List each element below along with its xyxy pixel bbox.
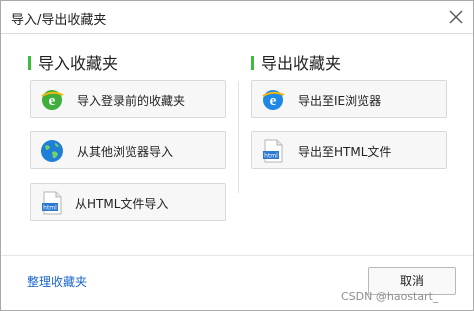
manage-favorites-link[interactable]: 整理收藏夹	[27, 273, 87, 290]
button-label: 导出至HTML文件	[298, 145, 392, 159]
ie-icon: e	[260, 87, 286, 113]
button-label: 导出至IE浏览器	[298, 94, 382, 108]
title-bar: 导入/导出收藏夹	[1, 1, 473, 33]
html-file-icon: html	[39, 190, 65, 216]
accent-bar	[251, 56, 254, 70]
button-label: 从其他浏览器导入	[77, 145, 174, 159]
svg-text:html: html	[43, 205, 57, 212]
dialog-title: 导入/导出收藏夹	[11, 13, 107, 28]
svg-text:html: html	[264, 153, 278, 160]
import-export-dialog: 导入/导出收藏夹 导入收藏夹 e 导入登录前的收藏夹 从其他浏览器导入 html…	[0, 0, 474, 311]
accent-bar	[28, 56, 31, 70]
close-icon[interactable]	[443, 4, 469, 30]
export-to-html-button[interactable]: html 导出至HTML文件	[251, 131, 447, 169]
import-heading-text: 导入收藏夹	[38, 54, 119, 73]
import-from-html-button[interactable]: html 从HTML文件导入	[30, 183, 226, 221]
import-before-login-button[interactable]: e 导入登录前的收藏夹	[30, 80, 226, 118]
export-to-ie-button[interactable]: e 导出至IE浏览器	[251, 80, 447, 118]
svg-text:e: e	[270, 93, 277, 109]
button-label: 从HTML文件导入	[75, 197, 169, 211]
export-heading-text: 导出收藏夹	[261, 54, 342, 73]
import-from-other-browser-button[interactable]: 从其他浏览器导入	[30, 131, 226, 169]
watermark-text: CSDN @haostart_	[341, 290, 439, 303]
html-file-icon: html	[260, 138, 286, 164]
footer-divider	[1, 255, 473, 256]
column-divider	[238, 81, 239, 193]
globe-icon	[39, 138, 65, 164]
ie-icon: e	[39, 87, 65, 113]
button-label: 导入登录前的收藏夹	[77, 94, 186, 108]
svg-text:e: e	[49, 93, 56, 109]
export-section-heading: 导出收藏夹	[251, 50, 341, 74]
import-section-heading: 导入收藏夹	[28, 50, 118, 74]
title-divider	[1, 33, 473, 34]
